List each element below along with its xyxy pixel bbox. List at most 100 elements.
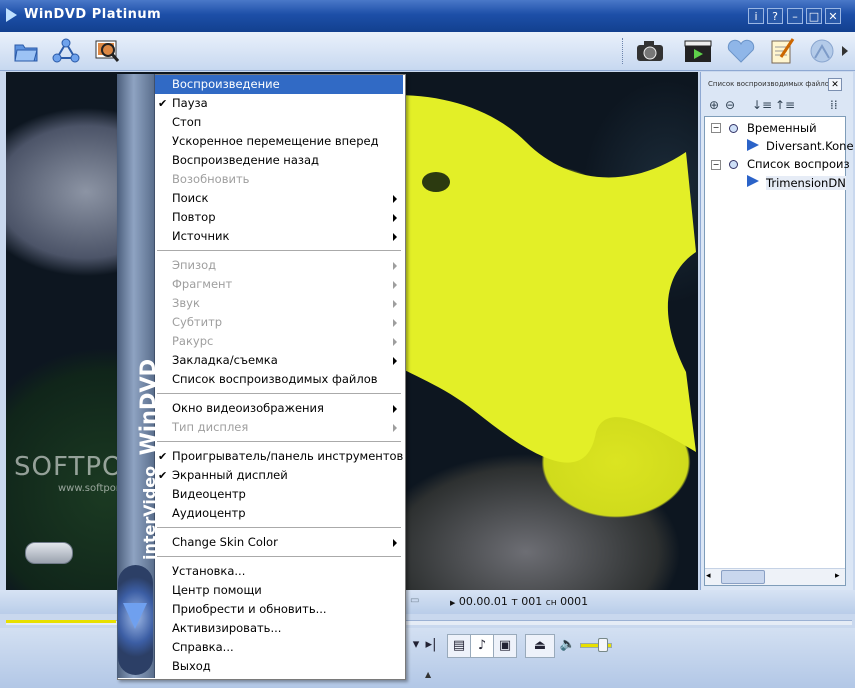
info-button[interactable]: i — [748, 8, 764, 24]
menu-item[interactable]: Окно видеоизображения — [155, 399, 403, 418]
minimize-button[interactable]: – — [787, 8, 803, 24]
submenu-arrow-icon — [393, 233, 397, 241]
navigation-pill-button[interactable] — [25, 542, 73, 564]
scroll-right-icon[interactable]: ▸ — [835, 571, 840, 581]
menu-item[interactable]: Повтор — [155, 208, 403, 227]
tree-node[interactable]: TrimensionDN — [766, 176, 846, 190]
grid-view-icon[interactable]: ⁞⁞ — [830, 98, 838, 112]
menu-item[interactable]: Стоп — [155, 113, 403, 132]
tree-node[interactable]: Diversant.Kone — [766, 139, 854, 153]
menu-item[interactable]: Приобрести и обновить... — [155, 600, 403, 619]
checkmark-icon: ✔ — [158, 450, 168, 463]
tree-node[interactable]: Временный — [747, 121, 817, 135]
submenu-arrow-icon — [393, 195, 397, 203]
menu-item-label: Ракурс — [172, 334, 214, 348]
music-note-icon[interactable]: ♪ — [470, 634, 494, 658]
menu-item[interactable]: Change Skin Color — [155, 533, 403, 552]
satellite-icon[interactable] — [806, 35, 838, 67]
menu-item[interactable]: Воспроизведение назад — [155, 151, 403, 170]
zoom-in-icon[interactable]: ⊕ — [709, 98, 719, 112]
menu-item[interactable]: Ускоренное перемещение вперед — [155, 132, 403, 151]
scroll-thumb[interactable] — [721, 570, 765, 584]
collapse-arrow-icon[interactable]: ▲ — [425, 670, 431, 679]
menu-item-label: Экранный дисплей — [172, 468, 288, 482]
menu-item[interactable]: Установка... — [155, 562, 403, 581]
submenu-arrow-icon — [393, 338, 397, 346]
menu-item-label: Возобновить — [172, 172, 250, 186]
menu-item[interactable]: Выход — [155, 657, 403, 676]
chapter-prefix: сн — [545, 598, 557, 608]
help-button[interactable]: ? — [767, 8, 783, 24]
menu-item: Звук — [155, 294, 403, 313]
network-icon[interactable] — [50, 35, 82, 67]
move-up-icon[interactable]: ↑≡ — [775, 98, 795, 112]
time-counter: ▶ 00.00.01 т 001 сн 0001 — [450, 595, 589, 608]
menu-item-label: Субтитр — [172, 315, 223, 329]
menu-item-label: Повтор — [172, 210, 216, 224]
heart-icon[interactable] — [725, 35, 757, 67]
eject-icon[interactable]: ⏏ — [525, 634, 555, 658]
menu-item[interactable]: Закладка/съемка — [155, 351, 403, 370]
menu-item-label: Ускоренное перемещение вперед — [172, 134, 379, 148]
horizontal-scrollbar[interactable]: ◂ ▸ — [705, 568, 845, 585]
menu-item-label: Проигрыватель/панель инструментов — [172, 449, 404, 463]
list-view-icon[interactable]: ▤ — [447, 634, 471, 658]
menu-item[interactable]: Центр помощи — [155, 581, 403, 600]
camera-icon[interactable] — [634, 35, 666, 67]
menu-item-label: Активизировать... — [172, 621, 282, 635]
submenu-arrow-icon — [393, 281, 397, 289]
menu-item[interactable]: ✔ Пауза — [155, 94, 403, 113]
move-down-icon[interactable]: ↓≡ — [752, 98, 772, 112]
menu-separator — [157, 527, 401, 528]
playlist-title: Список воспроизводимых файлов — [708, 80, 834, 88]
menu-item[interactable]: ✔ Проигрыватель/панель инструментов — [155, 447, 403, 466]
progress-fill — [6, 620, 116, 623]
tree-node[interactable]: Список воспроиз — [747, 157, 850, 171]
menu-item[interactable]: Видеоцентр — [155, 485, 403, 504]
volume-knob[interactable] — [598, 638, 608, 652]
menu-item[interactable]: Источник — [155, 227, 403, 246]
maximize-button[interactable]: □ — [806, 8, 822, 24]
submenu-arrow-icon — [393, 319, 397, 327]
folder-node-icon — [729, 160, 738, 169]
volume-icon[interactable]: 🔈 — [557, 634, 579, 656]
playlist-close-button[interactable]: ✕ — [828, 78, 842, 91]
tree-expander[interactable]: − — [711, 123, 721, 133]
menu-item-label: Change Skin Color — [172, 535, 278, 549]
menu-separator — [157, 393, 401, 394]
toolbar — [0, 32, 855, 71]
chapter-number: 0001 — [560, 595, 589, 608]
checkmark-icon: ✔ — [158, 469, 168, 482]
windvd-logo-icon — [6, 8, 17, 22]
menu-item[interactable]: Поиск — [155, 189, 403, 208]
menu-logo-icon — [118, 565, 153, 675]
menu-item[interactable]: Справка... — [155, 638, 403, 657]
notepad-icon[interactable] — [766, 35, 798, 67]
scroll-left-icon[interactable]: ◂ — [706, 571, 711, 581]
play-file-icon — [747, 175, 759, 187]
next-chapter-icon[interactable]: ▸| — [420, 634, 442, 656]
menu-item-label: Фрагмент — [172, 277, 233, 291]
menu-item[interactable]: Активизировать... — [155, 619, 403, 638]
tree-expander[interactable]: − — [711, 160, 721, 170]
menu-item-label: Видеоцентр — [172, 487, 246, 501]
menu-item-label: Воспроизведение — [172, 77, 280, 91]
title-prefix: т — [511, 595, 518, 608]
close-button[interactable]: ✕ — [825, 8, 841, 24]
menu-item[interactable]: Аудиоцентр — [155, 504, 403, 523]
zoom-out-icon[interactable]: ⊖ — [725, 98, 735, 112]
menu-item-label: Аудиоцентр — [172, 506, 246, 520]
menu-item[interactable]: Список воспроизводимых файлов — [155, 370, 403, 389]
video-view-icon[interactable]: ▣ — [493, 634, 517, 658]
submenu-arrow-icon — [393, 300, 397, 308]
menu-item: Фрагмент — [155, 275, 403, 294]
search-icon[interactable] — [91, 35, 123, 67]
title-bar[interactable]: WinDVD Platinum i ? – □ ✕ — [0, 0, 855, 32]
open-icon[interactable] — [10, 35, 42, 67]
clapper-icon[interactable] — [682, 35, 714, 67]
menu-item[interactable]: ✔ Экранный дисплей — [155, 466, 403, 485]
menu-item[interactable]: Воспроизведение — [155, 75, 403, 94]
play-file-icon — [747, 139, 759, 151]
toolbar-more-icon[interactable] — [842, 46, 848, 56]
menu-item-label: Стоп — [172, 115, 202, 129]
